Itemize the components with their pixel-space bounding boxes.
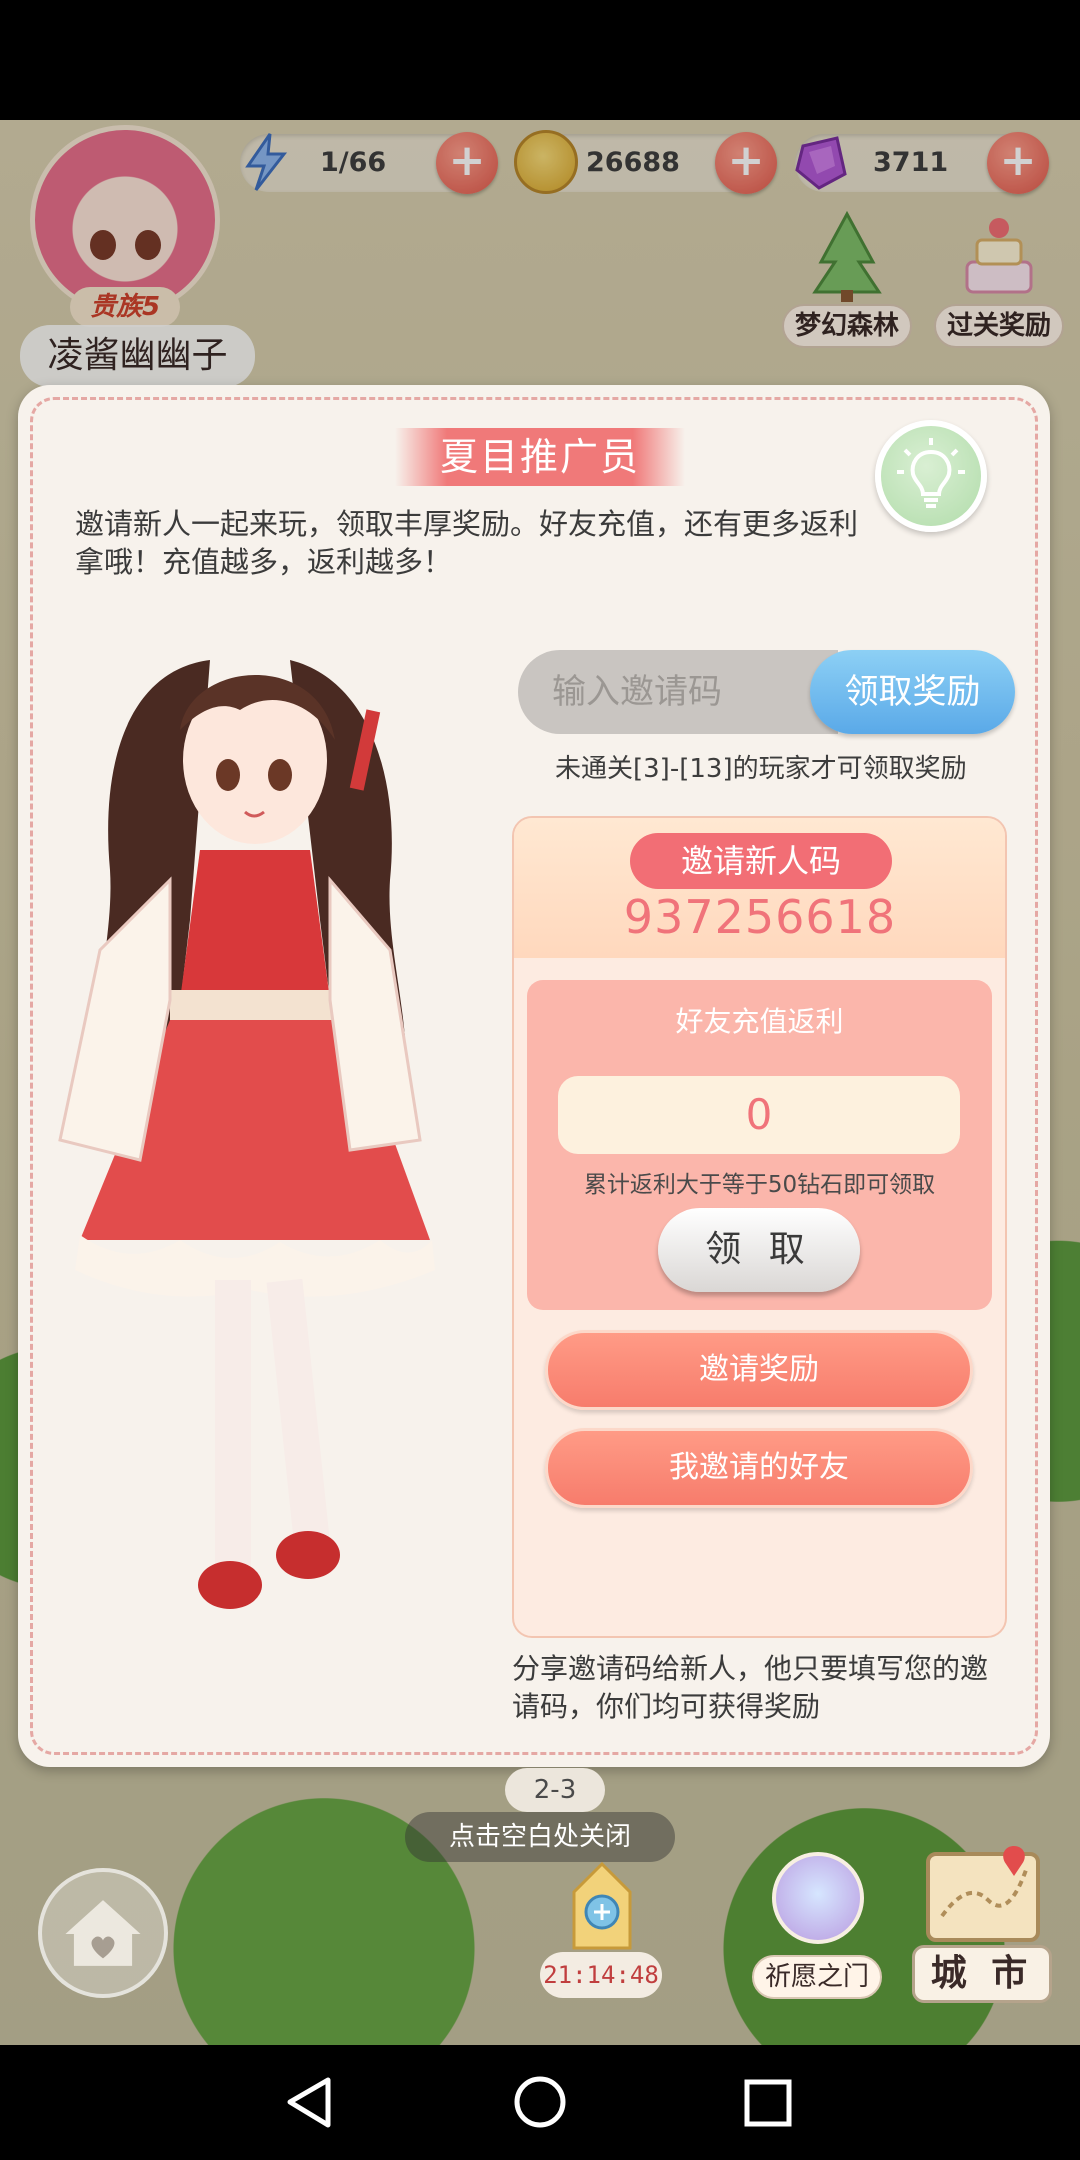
claim-reward-button[interactable]: 领取奖励 bbox=[810, 650, 1015, 734]
back-icon[interactable] bbox=[240, 2045, 380, 2160]
event-castle-icon[interactable] bbox=[548, 1858, 656, 1954]
dialog-description: 邀请新人一起来玩，领取丰厚奖励。好友充值，还有更多返利拿哦！充值越多，返利越多！ bbox=[75, 507, 859, 579]
rebate-amount: 0 bbox=[558, 1076, 960, 1154]
home-nav-icon[interactable] bbox=[470, 2045, 610, 2160]
city-map-icon[interactable] bbox=[918, 1840, 1048, 1950]
invite-reward-button[interactable]: 邀请奖励 bbox=[545, 1330, 973, 1410]
rebate-title: 好友充值返利 bbox=[675, 1005, 844, 1038]
city-button[interactable]: 城 市 bbox=[912, 1945, 1052, 2003]
help-button[interactable] bbox=[875, 420, 987, 532]
share-note: 分享邀请码给新人，他只要填写您的邀请码，你们均可获得奖励 bbox=[512, 1652, 989, 1723]
lightbulb-icon bbox=[897, 438, 965, 508]
invite-code-value[interactable]: 937256618 bbox=[560, 890, 960, 944]
invite-code-input[interactable] bbox=[518, 650, 838, 734]
rebate-note: 累计返利大于等于50钻石即可领取 bbox=[583, 1172, 936, 1198]
wish-door-icon[interactable] bbox=[772, 1852, 864, 1944]
home-icon bbox=[65, 1900, 141, 1966]
navigation-bar bbox=[0, 2045, 1080, 2160]
status-bar bbox=[0, 0, 1080, 120]
invite-code-label: 邀请新人码 bbox=[630, 833, 892, 889]
close-hint: 点击空白处关闭 bbox=[405, 1812, 675, 1862]
level-requirement-note: 未通关[3]-[13]的玩家才可领取奖励 bbox=[555, 754, 967, 784]
dialog-title: 夏目推广员 bbox=[395, 428, 685, 486]
character-illustration bbox=[58, 660, 435, 1609]
wish-door-label[interactable]: 祈愿之门 bbox=[752, 1955, 882, 1999]
home-button[interactable] bbox=[38, 1868, 168, 1998]
my-invited-friends-button[interactable]: 我邀请的好友 bbox=[545, 1428, 973, 1508]
recent-apps-icon[interactable] bbox=[698, 2045, 838, 2160]
collect-button[interactable]: 领 取 bbox=[658, 1208, 860, 1292]
stage-tag[interactable]: 2-3 bbox=[505, 1768, 605, 1812]
event-timer: 21:14:48 bbox=[540, 1952, 662, 1998]
